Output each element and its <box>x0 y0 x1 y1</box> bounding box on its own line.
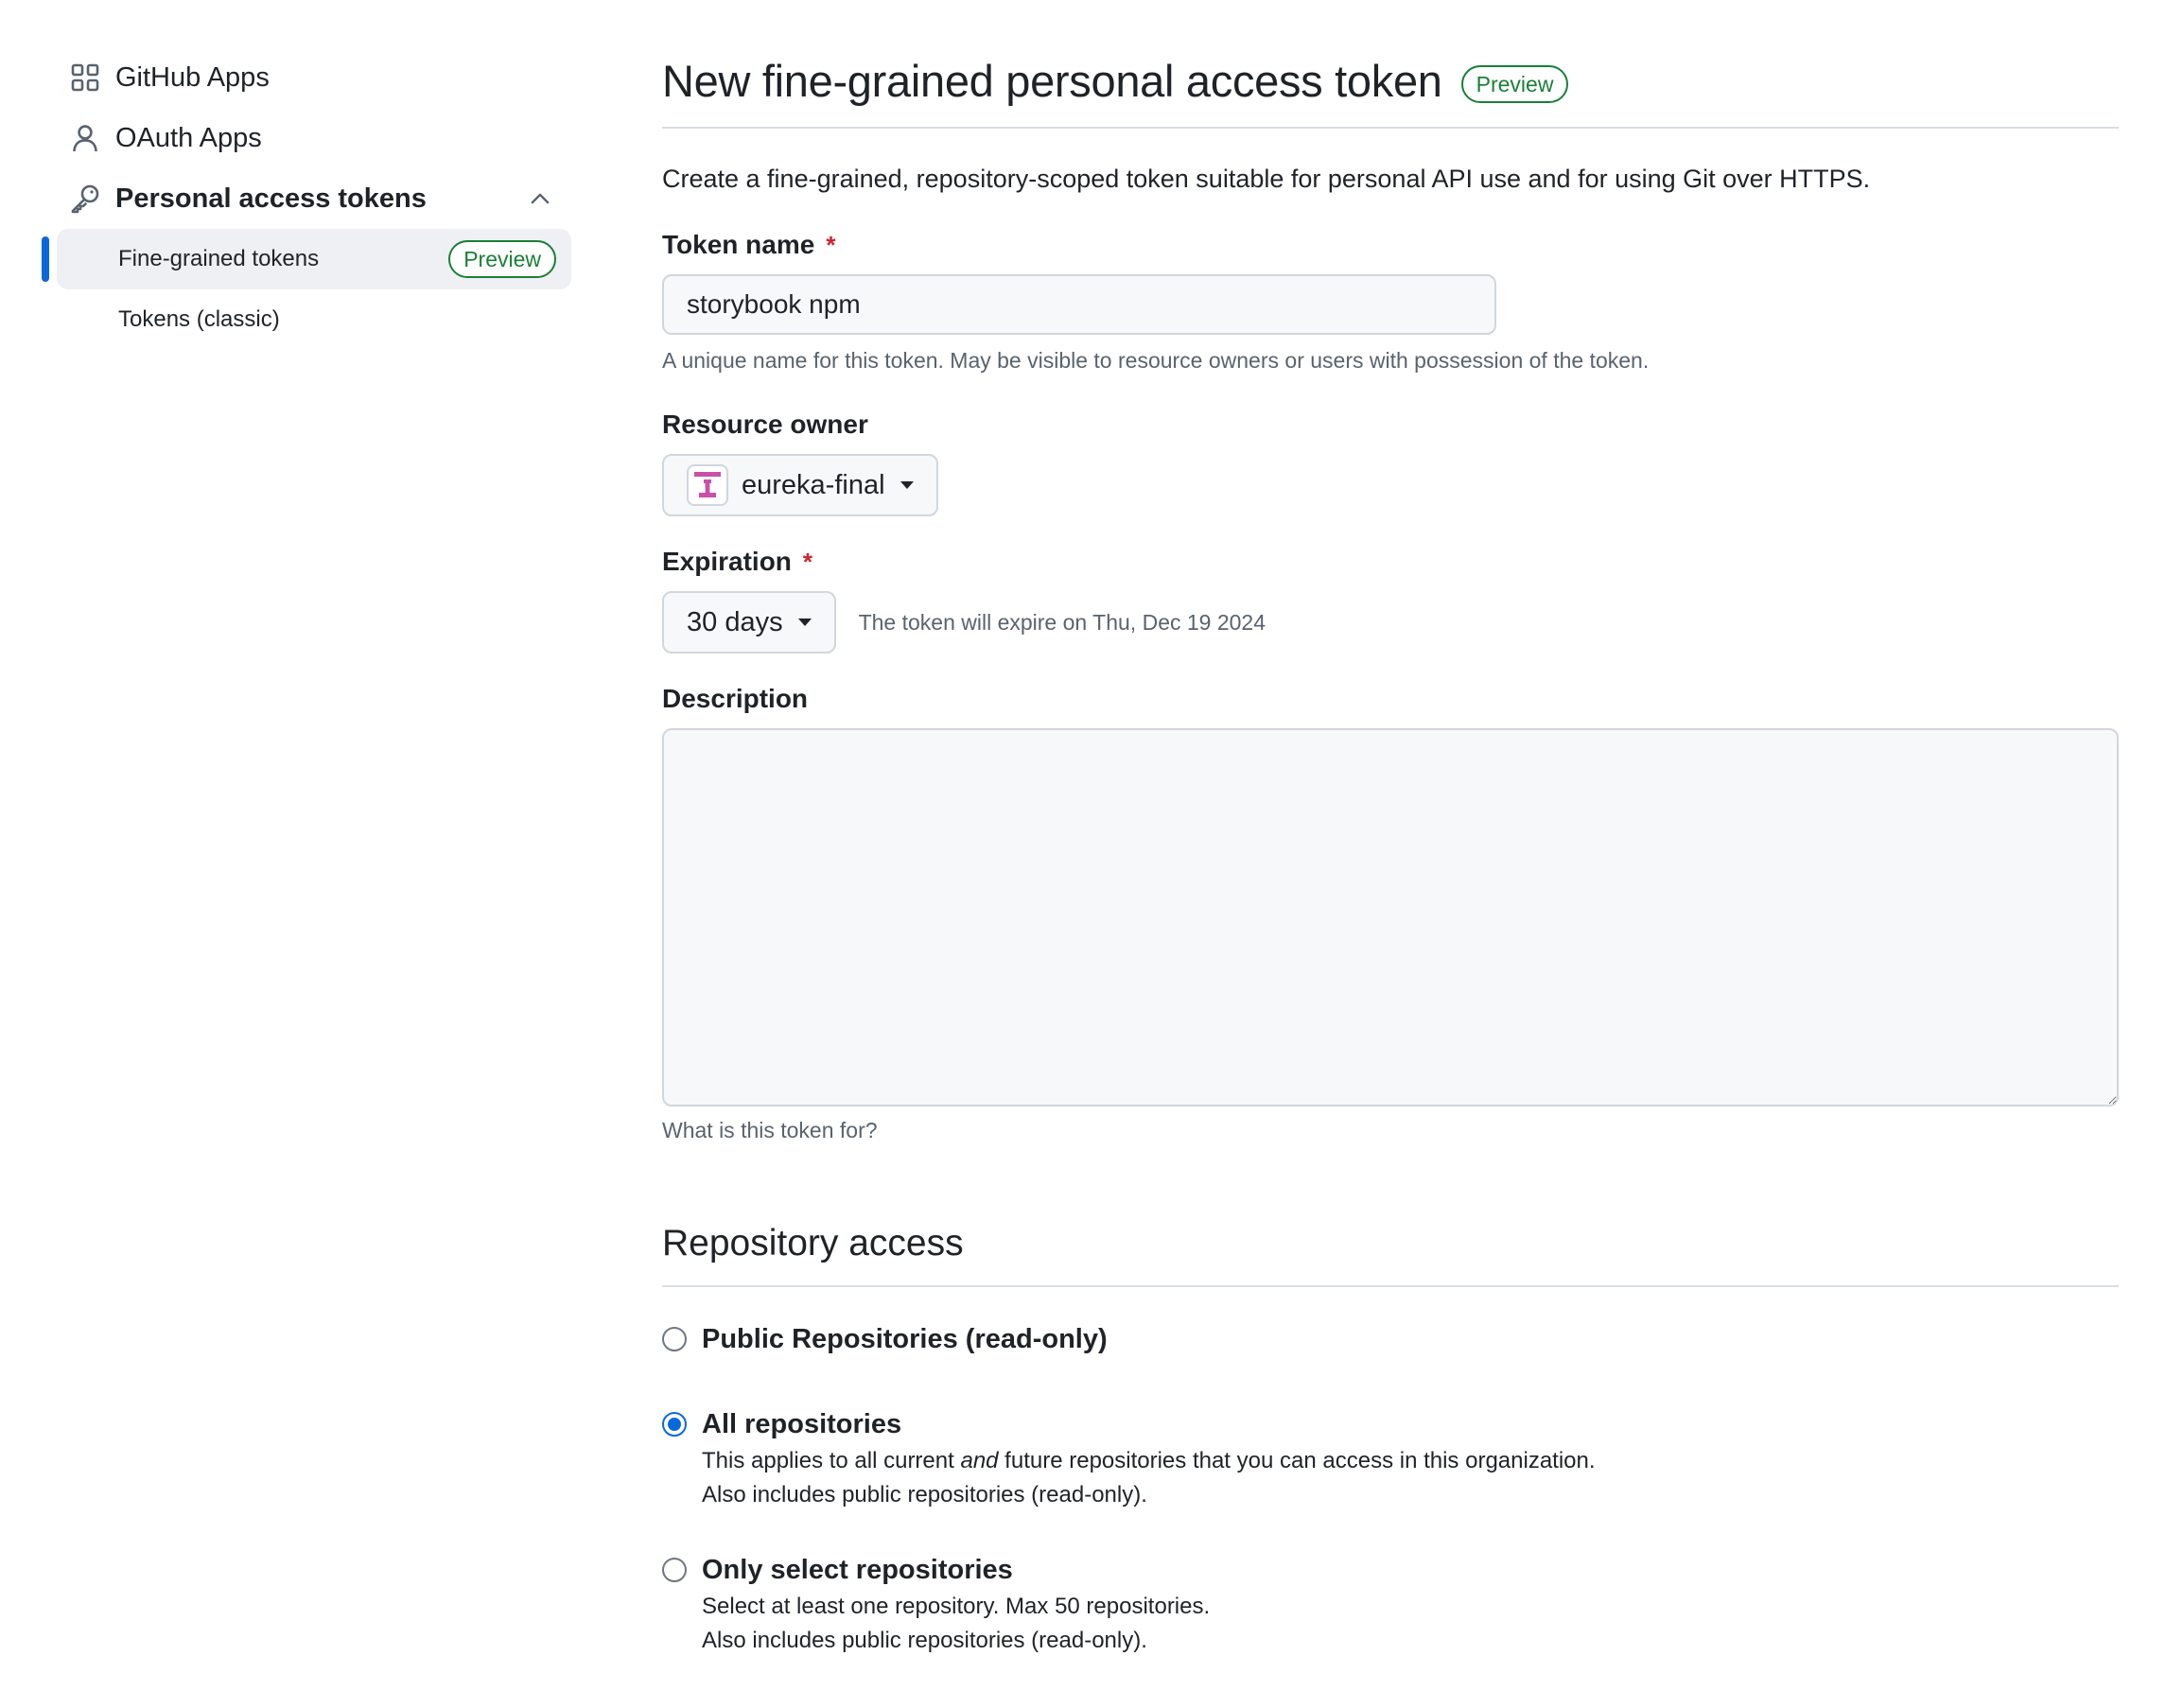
expiration-group: Expiration * 30 days The token will expir… <box>662 547 2119 654</box>
expiration-select[interactable]: 30 days <box>662 591 836 654</box>
required-mark: * <box>802 548 813 576</box>
description-group: Description What is this token for? <box>662 684 2119 1143</box>
preview-badge: Preview <box>448 240 556 278</box>
sidebar-subitem-fine-grained-tokens[interactable]: Fine-grained tokens Preview <box>42 229 571 289</box>
description-note: What is this token for? <box>662 1118 878 1142</box>
page-intro: Create a fine-grained, repository-scoped… <box>662 165 1871 193</box>
token-name-note: A unique name for this token. May be vis… <box>662 348 1650 373</box>
repo-access-option-all[interactable]: All repositories This applies to all cur… <box>662 1408 2119 1512</box>
resource-owner-label: Resource owner <box>662 410 868 439</box>
radio-description: This applies to all current and future r… <box>702 1448 1596 1508</box>
required-mark: * <box>826 231 836 259</box>
radio-label: Public Repositories (read-only) <box>702 1324 1108 1354</box>
caret-down-icon <box>900 481 914 489</box>
section-title: Repository access <box>662 1223 964 1264</box>
token-name-input[interactable] <box>662 274 1496 335</box>
repository-access-section: Repository access Public Repositories (r… <box>662 1223 2119 1658</box>
description-label: Description <box>662 684 809 713</box>
sidebar-subitem-tokens-classic[interactable]: Tokens (classic) <box>57 289 571 350</box>
key-icon <box>71 184 99 214</box>
sidebar-item-personal-access-tokens[interactable]: Personal access tokens <box>42 168 571 229</box>
active-indicator <box>42 236 49 282</box>
radio-description: Select at least one repository. Max 50 r… <box>702 1594 1211 1653</box>
sidebar-item-label: OAuth Apps <box>115 122 262 153</box>
radio-all[interactable] <box>662 1412 687 1437</box>
settings-sidebar: GitHub Apps OAuth Apps Personal access t… <box>42 47 571 350</box>
preview-badge: Preview <box>1460 65 1569 103</box>
expiration-value: 30 days <box>687 606 783 637</box>
expiration-label: Expiration * <box>662 547 813 576</box>
resource-owner-value: eureka-final <box>742 469 885 500</box>
repo-access-option-select[interactable]: Only select repositories Select at least… <box>662 1554 2119 1658</box>
sidebar-item-oauth-apps[interactable]: OAuth Apps <box>42 108 571 168</box>
page-header: New fine-grained personal access token P… <box>662 47 2119 113</box>
page-title: New fine-grained personal access token <box>662 55 1442 106</box>
radio-select[interactable] <box>662 1558 687 1582</box>
main-content: New fine-grained personal access token P… <box>662 47 2119 1658</box>
token-name-label: Token name * <box>662 230 836 259</box>
caret-down-icon <box>797 619 812 626</box>
expiration-row: 30 days The token will expire on Thu, De… <box>662 591 2119 654</box>
sidebar-item-label: Personal access tokens <box>115 183 427 214</box>
sidebar-subitem-label: Fine-grained tokens <box>118 246 320 271</box>
person-icon <box>73 125 97 152</box>
token-name-group: Token name* A unique name for this token… <box>662 230 2119 374</box>
resource-owner-group: Resource owner eureka-final <box>662 410 2119 516</box>
radio-label: Only select repositories <box>702 1555 1013 1585</box>
radio-label: All repositories <box>702 1409 902 1439</box>
description-textarea[interactable] <box>662 728 2119 1107</box>
divider <box>662 1285 2119 1287</box>
expiration-note: The token will expire on Thu, Dec 19 202… <box>858 609 1266 635</box>
resource-owner-select[interactable]: eureka-final <box>662 454 938 516</box>
org-avatar <box>687 464 728 506</box>
repo-access-option-public[interactable]: Public Repositories (read-only) <box>662 1323 2119 1355</box>
radio-public[interactable] <box>662 1327 687 1351</box>
sidebar-item-label: GitHub Apps <box>115 61 270 93</box>
sidebar-item-github-apps[interactable]: GitHub Apps <box>42 47 571 108</box>
apps-icon <box>71 63 99 92</box>
divider <box>662 127 2119 129</box>
sidebar-subitem-label: Tokens (classic) <box>118 306 280 332</box>
chevron-up-icon[interactable] <box>528 186 552 211</box>
org-logo-icon <box>694 472 721 497</box>
